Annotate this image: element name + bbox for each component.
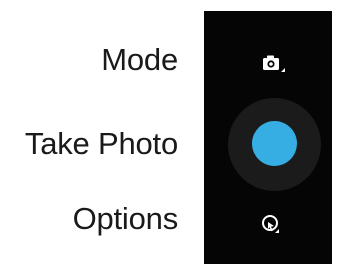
camera-controls-panel	[204, 11, 332, 264]
camera-icon	[263, 55, 285, 72]
mode-label: Mode	[101, 42, 178, 77]
take-photo-label: Take Photo	[24, 126, 178, 161]
options-icon	[262, 215, 279, 233]
options-label: Options	[72, 201, 179, 236]
options-button[interactable]	[260, 213, 282, 237]
take-photo-button[interactable]	[228, 98, 321, 191]
mode-button[interactable]	[260, 51, 286, 75]
shutter-circle-icon	[252, 121, 297, 166]
